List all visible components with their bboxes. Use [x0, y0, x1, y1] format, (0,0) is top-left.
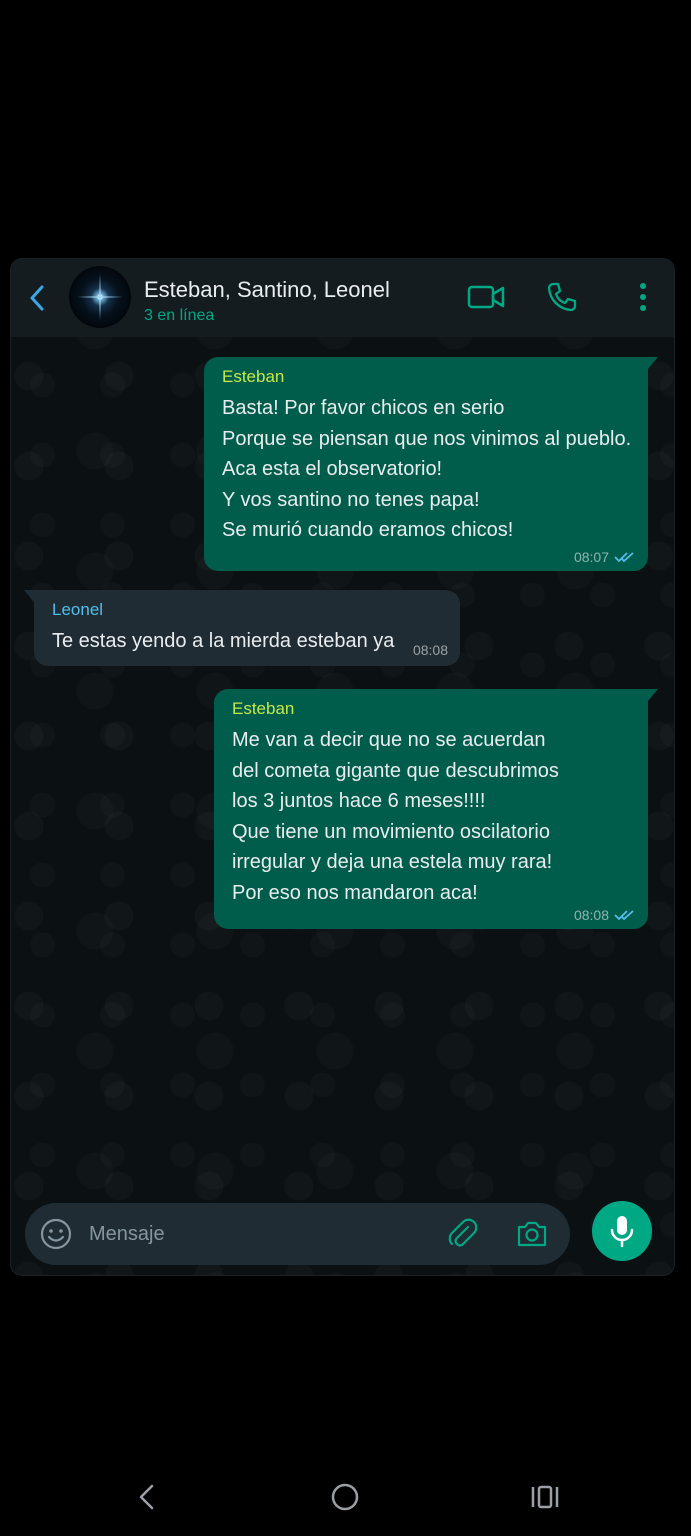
message-meta: 08:08	[413, 642, 448, 658]
back-button[interactable]	[25, 283, 49, 313]
message-time: 08:08	[412, 642, 448, 658]
message-text: irregular y deja una estela muy rara!	[232, 851, 553, 873]
message-text: Te estas yendo a la mierda esteban ya	[52, 630, 395, 652]
video-call-button[interactable]	[466, 279, 506, 315]
online-status: 3 en línea	[144, 307, 215, 324]
back-arrow-icon	[30, 285, 44, 311]
message-text: Me van a decir que no se acuerdan	[232, 729, 546, 751]
message-text: Y vos santino no tenes papa!	[222, 488, 480, 511]
message-meta: 08:07	[574, 549, 636, 565]
message-meta: 08:08	[574, 907, 636, 923]
phone-icon	[547, 282, 577, 312]
nav-back-button[interactable]	[126, 1480, 166, 1514]
voice-message-button[interactable]	[592, 1201, 652, 1261]
nav-back-icon	[139, 1484, 154, 1510]
chat-header: Esteban, Santino, Leonel 3 en línea	[11, 259, 674, 337]
chat-window: Esteban, Santino, Leonel 3 en línea Este…	[10, 258, 675, 1276]
nav-home-button[interactable]	[325, 1480, 365, 1514]
bubble-tail	[24, 590, 34, 602]
sender-name: Leonel	[52, 600, 104, 619]
message-input[interactable]	[89, 1217, 429, 1251]
nav-recents-icon	[531, 1485, 559, 1509]
message-text: Por eso nos mandaron aca!	[232, 881, 478, 904]
message-composer	[25, 1203, 570, 1265]
camera-icon	[517, 1221, 547, 1247]
message-text: los 3 juntos hace 6 meses!!!!	[232, 790, 486, 812]
nav-home-icon	[331, 1483, 359, 1511]
bubble-tail	[648, 357, 658, 369]
more-vert-icon	[640, 283, 646, 311]
message-time: 08:08	[573, 907, 609, 923]
read-double-check-icon	[614, 910, 634, 921]
paperclip-icon	[448, 1218, 478, 1247]
more-options-button[interactable]	[631, 279, 655, 315]
system-navigation-bar	[0, 1460, 691, 1536]
message-time: 08:07	[573, 549, 609, 565]
message-bubble[interactable]: Leonel Te estas yendo a la mierda esteba…	[24, 590, 460, 666]
video-call-icon	[467, 285, 505, 309]
message-text: Basta! Por favor chicos en serio	[222, 397, 505, 419]
message-bubble[interactable]: Esteban Me van a decir que no se acuerda…	[214, 689, 658, 929]
message-bubble[interactable]: Esteban Basta! Por favor chicos en serio…	[204, 357, 658, 571]
group-avatar[interactable]	[69, 266, 131, 328]
attach-button[interactable]	[445, 1217, 479, 1251]
nav-recents-button[interactable]	[525, 1480, 565, 1514]
message-text: Se murió cuando eramos chicos!	[222, 519, 514, 541]
sender-name: Esteban	[222, 367, 285, 386]
message-text: del cometa gigante que descubrimos	[232, 759, 559, 782]
emoji-icon	[40, 1218, 72, 1250]
voice-call-button[interactable]	[544, 279, 580, 315]
chat-title[interactable]: Esteban, Santino, Leonel	[144, 277, 390, 303]
read-double-check-icon	[614, 552, 634, 563]
bubble-tail	[648, 689, 658, 701]
sender-name: Esteban	[232, 699, 295, 718]
message-list[interactable]: Esteban Basta! Por favor chicos en serio…	[11, 337, 674, 1197]
emoji-button[interactable]	[39, 1217, 73, 1251]
message-text: Porque se piensan que nos vinimos al pue…	[222, 427, 632, 450]
message-text: Aca esta el observatorio!	[222, 458, 443, 480]
message-text: Que tiene un movimiento oscilatorio	[232, 820, 550, 843]
microphone-icon	[610, 1216, 634, 1248]
camera-button[interactable]	[515, 1217, 549, 1251]
